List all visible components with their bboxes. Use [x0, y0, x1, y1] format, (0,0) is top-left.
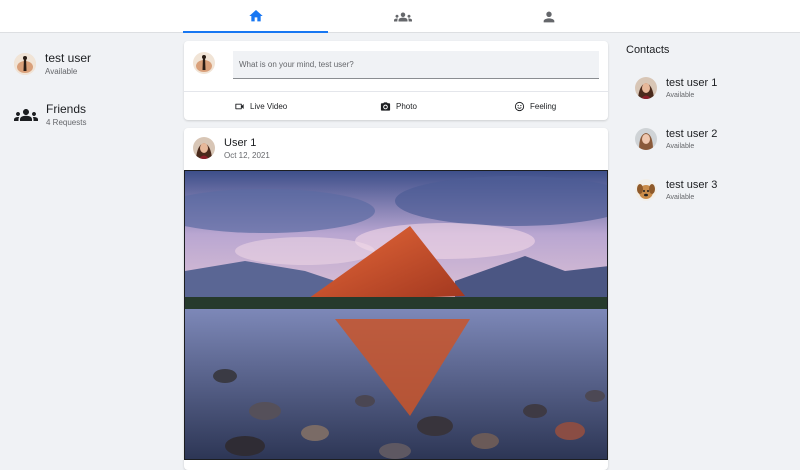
photo-button[interactable]: Photo: [380, 92, 417, 121]
profile-icon: [543, 11, 554, 22]
post-author-avatar[interactable]: [193, 137, 215, 159]
contact-name: test user 1: [666, 77, 718, 89]
sidebar-user-name: test user: [45, 51, 92, 65]
photo-label: Photo: [396, 102, 417, 111]
contact-status: Available: [666, 92, 695, 99]
contact-avatar: [635, 179, 657, 201]
composer-actions: Live Video Photo Feeling: [184, 91, 608, 120]
sidebar-user-status: Available: [45, 67, 78, 76]
sidebar-item-profile[interactable]: test user Available: [14, 51, 91, 76]
composer-avatar: [193, 52, 215, 74]
live-video-label: Live Video: [250, 102, 288, 111]
contact-item[interactable]: test user 2 Available: [635, 128, 717, 150]
post-author-name[interactable]: User 1: [224, 137, 256, 149]
tab-friends[interactable]: [330, 0, 475, 33]
groups-icon: [393, 12, 412, 21]
feeling-label: Feeling: [530, 102, 557, 111]
contact-status: Available: [666, 143, 695, 150]
friends-label: Friends: [46, 102, 87, 116]
top-navbar: [0, 0, 800, 33]
contact-name: test user 3: [666, 179, 718, 191]
tab-home[interactable]: [183, 0, 328, 33]
tab-profile[interactable]: [476, 0, 621, 33]
sidebar-item-friends[interactable]: Friends 4 Requests: [14, 102, 86, 127]
contact-item[interactable]: test user 3 Available: [635, 179, 717, 201]
live-video-button[interactable]: Live Video: [234, 92, 287, 121]
contact-status: Available: [666, 194, 695, 201]
contact-avatar: [635, 77, 657, 99]
contact-name: test user 2: [666, 128, 718, 140]
smiley-icon: [514, 101, 525, 112]
contacts-heading: Contacts: [626, 44, 670, 56]
friends-icon: [14, 104, 38, 126]
camera-icon: [380, 102, 391, 111]
video-camera-icon: [235, 103, 244, 110]
feeling-button[interactable]: Feeling: [514, 92, 556, 121]
contact-item[interactable]: test user 1 Available: [635, 77, 717, 99]
home-icon: [248, 9, 263, 21]
post-image[interactable]: [184, 170, 608, 460]
avatar: [14, 52, 36, 75]
post-date: Oct 12, 2021: [224, 151, 270, 160]
post-composer: Live Video Photo Feeling: [184, 41, 608, 120]
friend-requests-count: 4 Requests: [46, 118, 87, 127]
contact-avatar: [635, 128, 657, 150]
status-input[interactable]: [233, 51, 599, 79]
post-card: User 1 Oct 12, 2021: [184, 128, 608, 470]
